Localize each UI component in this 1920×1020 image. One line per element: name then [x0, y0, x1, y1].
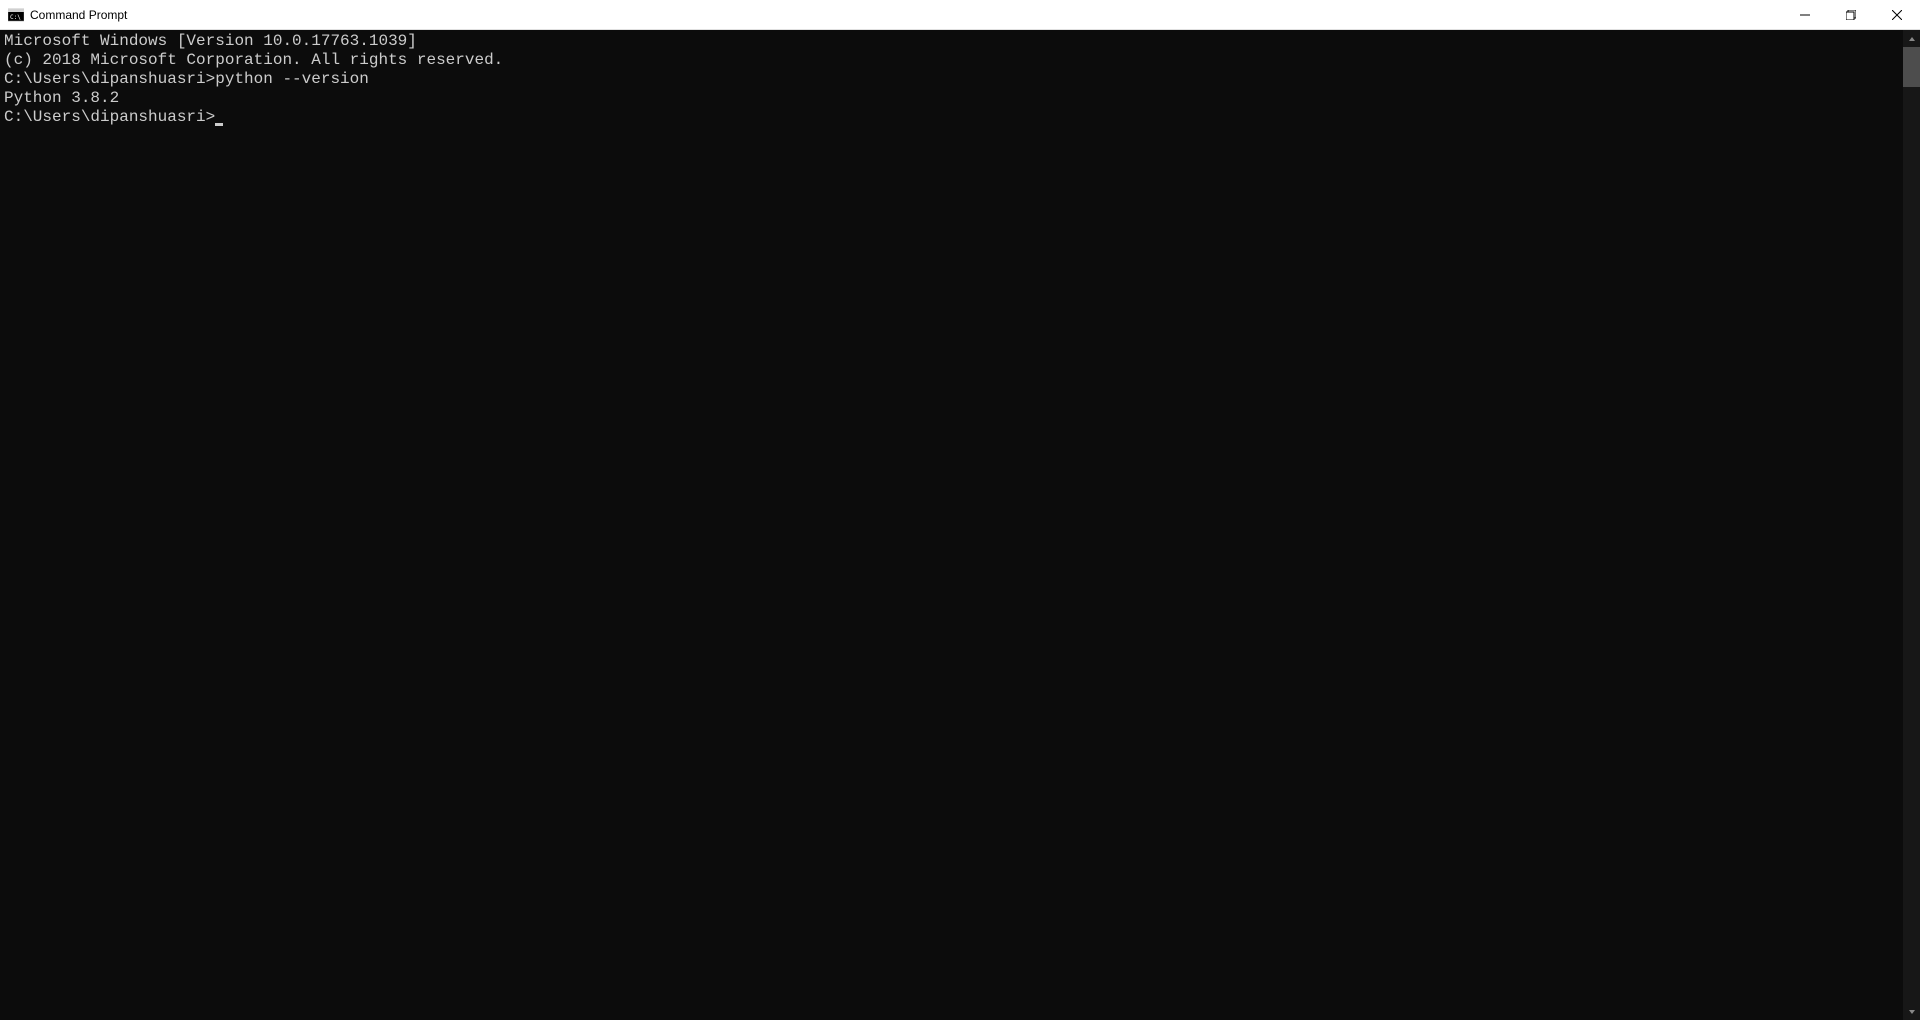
- close-button[interactable]: [1874, 0, 1920, 29]
- scrollbar-thumb[interactable]: [1903, 47, 1920, 87]
- cmd-icon: C:\: [8, 7, 24, 23]
- scrollbar[interactable]: [1903, 30, 1920, 1020]
- scrollbar-down-icon[interactable]: [1903, 1003, 1920, 1020]
- terminal-line: Python 3.8.2: [4, 89, 1899, 108]
- window-title: Command Prompt: [30, 8, 1782, 22]
- command-prompt-window: C:\ Command Prompt Mic: [0, 0, 1920, 1020]
- prompt-text: C:\Users\dipanshuasri>: [4, 70, 215, 88]
- terminal-line: Microsoft Windows [Version 10.0.17763.10…: [4, 32, 1899, 51]
- terminal-line: (c) 2018 Microsoft Corporation. All righ…: [4, 51, 1899, 70]
- window-controls: [1782, 0, 1920, 29]
- scrollbar-track[interactable]: [1903, 47, 1920, 1003]
- terminal-content[interactable]: Microsoft Windows [Version 10.0.17763.10…: [0, 30, 1903, 1020]
- prompt-text: C:\Users\dipanshuasri>: [4, 108, 215, 126]
- terminal-line: C:\Users\dipanshuasri>: [4, 108, 1899, 127]
- svg-text:C:\: C:\: [10, 14, 21, 21]
- minimize-button[interactable]: [1782, 0, 1828, 29]
- scrollbar-up-icon[interactable]: [1903, 30, 1920, 47]
- terminal-area[interactable]: Microsoft Windows [Version 10.0.17763.10…: [0, 30, 1920, 1020]
- cursor: [215, 123, 223, 126]
- terminal-line: C:\Users\dipanshuasri>python --version: [4, 70, 1899, 89]
- maximize-button[interactable]: [1828, 0, 1874, 29]
- command-text: python --version: [215, 70, 369, 88]
- titlebar[interactable]: C:\ Command Prompt: [0, 0, 1920, 30]
